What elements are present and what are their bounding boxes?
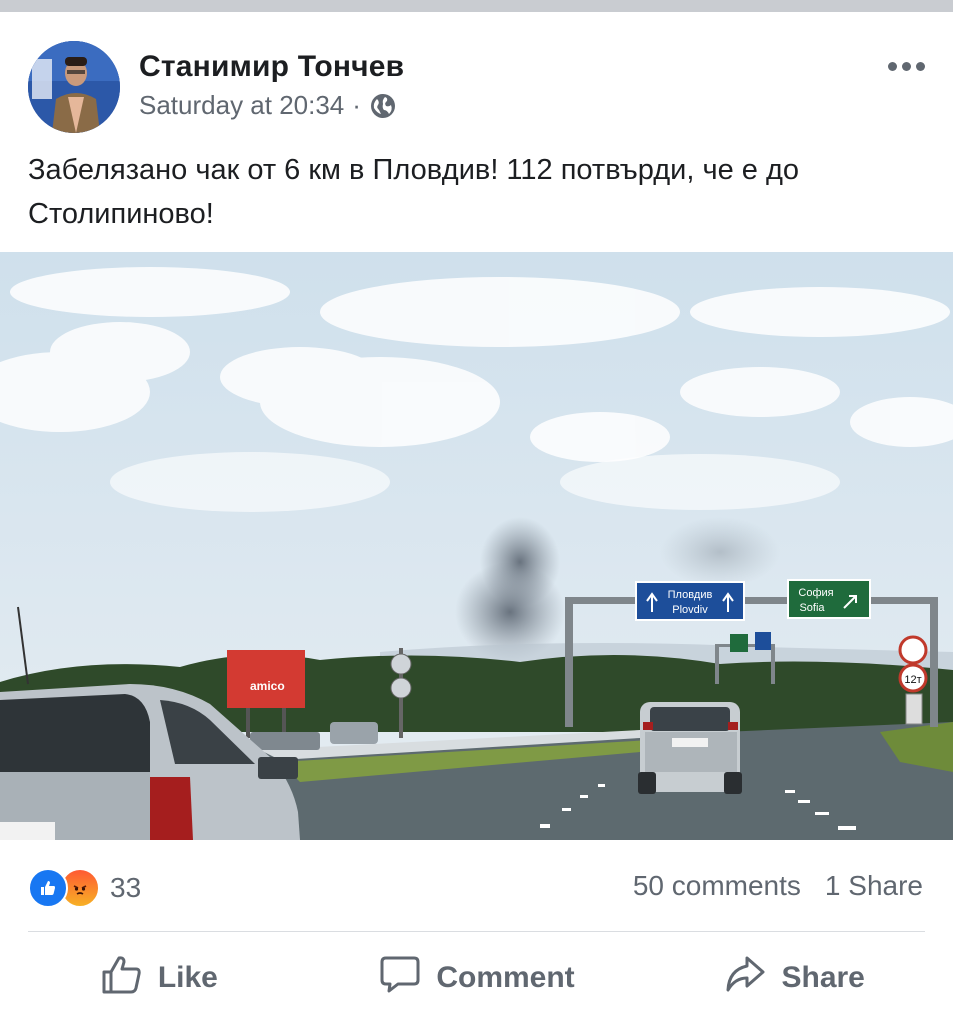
sign-plovdiv-en: Plovdiv [672, 604, 708, 616]
sign-sofia-en: Sofia [799, 602, 825, 614]
reactions-summary[interactable]: 33 [28, 868, 141, 908]
weight-limit-sign: 12т [904, 674, 921, 686]
post-text: Забелязано чак от 6 км в Пловдив! 112 по… [28, 154, 799, 230]
comment-bubble-icon [378, 952, 422, 1004]
author-avatar[interactable] [28, 41, 120, 133]
sign-sofia-bg: София [798, 587, 833, 599]
like-label: Like [157, 961, 218, 994]
post-timestamp[interactable]: Saturday at 20:34 [139, 90, 344, 121]
post-actions-bar: Like Comment Share [0, 932, 953, 1024]
post-header: Станимир Тончев Saturday at 20:34 · Забе… [0, 12, 953, 252]
more-options-icon[interactable] [888, 62, 925, 71]
comment-button[interactable]: Comment [318, 932, 636, 1024]
top-separator-bar [0, 0, 953, 12]
post-meta: Saturday at 20:34 · [139, 90, 397, 121]
share-arrow-icon [723, 952, 767, 1004]
post-photo[interactable]: Пловдив Plovdiv София Sofia 12т amico [0, 252, 953, 840]
sign-plovdiv-bg: Пловдив [668, 589, 713, 601]
engagement-stats: 50 comments 1 Share [633, 870, 923, 902]
author-name[interactable]: Станимир Тончев [139, 50, 404, 84]
like-reaction-icon [28, 868, 68, 908]
share-button[interactable]: Share [635, 932, 953, 1024]
thumbs-up-icon [100, 952, 144, 1004]
comment-label: Comment [436, 961, 575, 994]
shares-count-link[interactable]: 1 Share [825, 870, 923, 902]
share-label: Share [781, 961, 865, 994]
post-stats: 33 50 comments 1 Share [0, 840, 953, 932]
like-button[interactable]: Like [0, 932, 318, 1024]
billboard-text: amico [250, 679, 285, 693]
comments-count-link[interactable]: 50 comments [633, 870, 801, 902]
globe-icon [369, 92, 397, 120]
reaction-count: 33 [110, 872, 142, 903]
meta-separator: · [352, 90, 361, 120]
